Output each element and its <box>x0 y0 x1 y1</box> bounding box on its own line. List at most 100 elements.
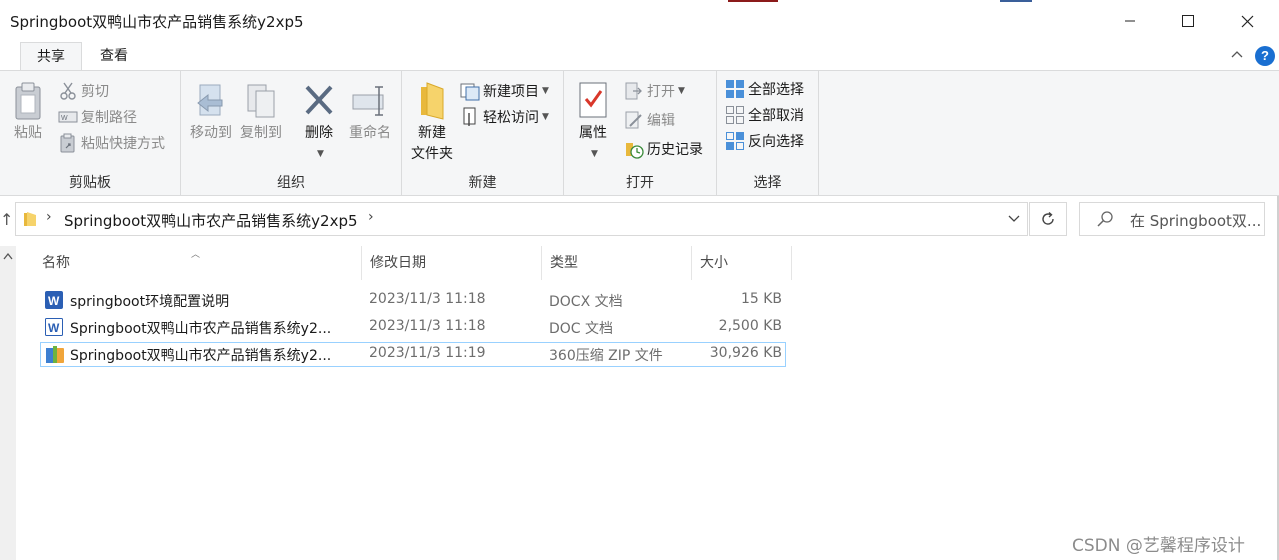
file-type: DOCX 文档 <box>549 294 623 310</box>
new-folder-button[interactable]: 新建 文件夹 <box>406 81 458 165</box>
open-button[interactable]: 打开 ▼ <box>624 79 685 103</box>
open-label: 打开 <box>647 84 675 100</box>
column-header-size[interactable]: 大小 <box>692 246 792 280</box>
new-item-dropdown-icon: ▼ <box>542 86 549 96</box>
word-docx-icon: W <box>45 291 63 309</box>
scroll-up-icon[interactable] <box>3 252 13 260</box>
title-accent <box>728 0 778 2</box>
scissors-icon <box>60 82 76 100</box>
breadcrumb-chevron-icon[interactable]: › <box>368 209 374 225</box>
breadcrumb-chevron-icon[interactable]: › <box>46 209 52 225</box>
tab-share[interactable]: 共享 <box>20 42 82 70</box>
folder-icon <box>24 212 36 226</box>
svg-text:W: W <box>61 115 68 122</box>
select-all-label: 全部选择 <box>748 82 804 98</box>
clipboard-group: 粘贴 剪切 W 复制路径 粘贴快捷方式 剪贴板 <box>0 71 181 196</box>
copy-path-label: 复制路径 <box>81 110 137 126</box>
file-modified: 2023/11/3 11:18 <box>369 291 486 307</box>
open-group: 属性 ▼ 打开 ▼ 编辑 历史记录 打开 <box>564 71 717 196</box>
select-all-icon <box>726 80 744 98</box>
maximize-button[interactable] <box>1165 0 1211 42</box>
easy-access-label: 轻松访问 <box>483 110 539 126</box>
sort-ascending-icon: ︿ <box>191 250 201 260</box>
search-icon <box>1097 211 1113 227</box>
file-row[interactable]: W springboot环境配置说明 2023/11/3 11:18 DOCX … <box>40 288 786 313</box>
file-type: 360压缩 ZIP 文件 <box>549 348 663 364</box>
delete-x-icon <box>305 85 333 115</box>
up-arrow-icon[interactable]: ↑ <box>0 210 13 229</box>
breadcrumb-path[interactable]: Springboot双鸭山市农产品销售系统y2xp5 <box>64 210 358 231</box>
properties-button[interactable]: 属性 ▼ <box>572 81 614 165</box>
copy-to-button[interactable]: 复制到 <box>237 81 285 144</box>
maximize-icon <box>1182 15 1194 27</box>
invert-selection-button[interactable]: 反向选择 <box>725 129 804 153</box>
select-none-button[interactable]: 全部取消 <box>725 103 804 127</box>
cut-button[interactable]: 剪切 <box>58 79 109 103</box>
paste-button[interactable]: 粘贴 <box>8 81 48 144</box>
new-item-label: 新建项目 <box>483 84 539 100</box>
history-label: 历史记录 <box>647 142 703 158</box>
ribbon-tabs: 共享 查看 ? <box>0 42 1279 70</box>
history-button[interactable]: 历史记录 <box>624 137 703 161</box>
file-size: 15 KB <box>740 291 782 307</box>
paste-shortcut-button[interactable]: 粘贴快捷方式 <box>58 131 165 155</box>
new-group-label: 新建 <box>468 175 497 191</box>
file-name: Springboot双鸭山市农产品销售系统y2... <box>70 321 332 337</box>
open-dropdown-icon: ▼ <box>678 86 685 96</box>
organize-group: 移动到 复制到 删除 ▼ 重命名 组织 <box>181 71 402 196</box>
navigation-bar: ↑ › Springboot双鸭山市农产品销售系统y2xp5 › 在 Sprin… <box>0 196 1279 244</box>
open-icon <box>625 82 642 100</box>
refresh-button[interactable] <box>1029 202 1067 236</box>
close-button[interactable] <box>1224 0 1270 42</box>
watermark: CSDN @艺馨程序设计 <box>1072 536 1245 556</box>
chevron-up-icon[interactable] <box>1230 48 1244 62</box>
file-row[interactable]: Springboot双鸭山市农产品销售系统y2... 2023/11/3 11:… <box>40 342 786 367</box>
open-group-label: 打开 <box>626 175 654 191</box>
file-name: springboot环境配置说明 <box>70 294 230 310</box>
minimize-button[interactable] <box>1107 0 1153 42</box>
edit-button[interactable]: 编辑 <box>624 108 675 132</box>
move-to-button[interactable]: 移动到 <box>187 81 235 144</box>
select-group-label: 选择 <box>753 175 782 191</box>
zip-archive-icon <box>46 346 64 363</box>
properties-icon <box>579 82 607 118</box>
delete-button[interactable]: 删除 ▼ <box>297 81 341 165</box>
organize-group-label: 组织 <box>277 175 305 191</box>
address-dropdown-icon[interactable] <box>1007 211 1021 225</box>
column-header-type[interactable]: 类型 <box>542 246 692 280</box>
file-size: 30,926 KB <box>709 345 782 361</box>
easy-access-dropdown-icon: ▼ <box>542 112 549 122</box>
new-item-icon <box>460 83 480 101</box>
move-to-label: 移动到 <box>190 125 232 141</box>
tab-view[interactable]: 查看 <box>86 42 142 70</box>
search-box[interactable]: 在 Springboot双... <box>1079 202 1265 236</box>
edit-label: 编辑 <box>647 113 675 129</box>
nav-pane-scrollbar[interactable] <box>0 246 16 560</box>
new-folder-icon <box>421 82 444 120</box>
file-name: Springboot双鸭山市农产品销售系统y2... <box>70 348 332 364</box>
clipboard-icon <box>15 82 41 120</box>
copy-path-button[interactable]: W 复制路径 <box>58 105 137 129</box>
easy-access-icon <box>463 107 476 126</box>
window-title: Springboot双鸭山市农产品销售系统y2xp5 <box>10 13 304 31</box>
help-icon[interactable]: ? <box>1255 46 1275 66</box>
select-all-button[interactable]: 全部选择 <box>725 77 804 101</box>
file-row[interactable]: W Springboot双鸭山市农产品销售系统y2... 2023/11/3 1… <box>40 315 786 340</box>
search-placeholder: 在 Springboot双... <box>1130 212 1262 230</box>
rename-button[interactable]: 重命名 <box>345 81 395 144</box>
rename-label: 重命名 <box>349 125 391 141</box>
rename-icon <box>352 86 384 116</box>
paste-shortcut-label: 粘贴快捷方式 <box>81 136 165 152</box>
title-accent <box>1000 0 1032 2</box>
easy-access-button[interactable]: 轻松访问 ▼ <box>460 105 549 129</box>
ribbon: 粘贴 剪切 W 复制路径 粘贴快捷方式 剪贴板 移动到 复制到 删除 ▼ 重命名… <box>0 70 1279 196</box>
new-item-button[interactable]: 新建项目 ▼ <box>460 79 549 103</box>
delete-dropdown-icon: ▼ <box>317 149 324 159</box>
clipboard-group-label: 剪贴板 <box>69 175 111 191</box>
file-modified: 2023/11/3 11:18 <box>369 318 486 334</box>
column-header-modified[interactable]: 修改日期 <box>362 246 542 280</box>
delete-label: 删除 <box>305 125 333 141</box>
address-bar[interactable]: › Springboot双鸭山市农产品销售系统y2xp5 › <box>15 202 1028 236</box>
copy-to-icon <box>247 84 275 118</box>
properties-label: 属性 <box>579 125 607 141</box>
